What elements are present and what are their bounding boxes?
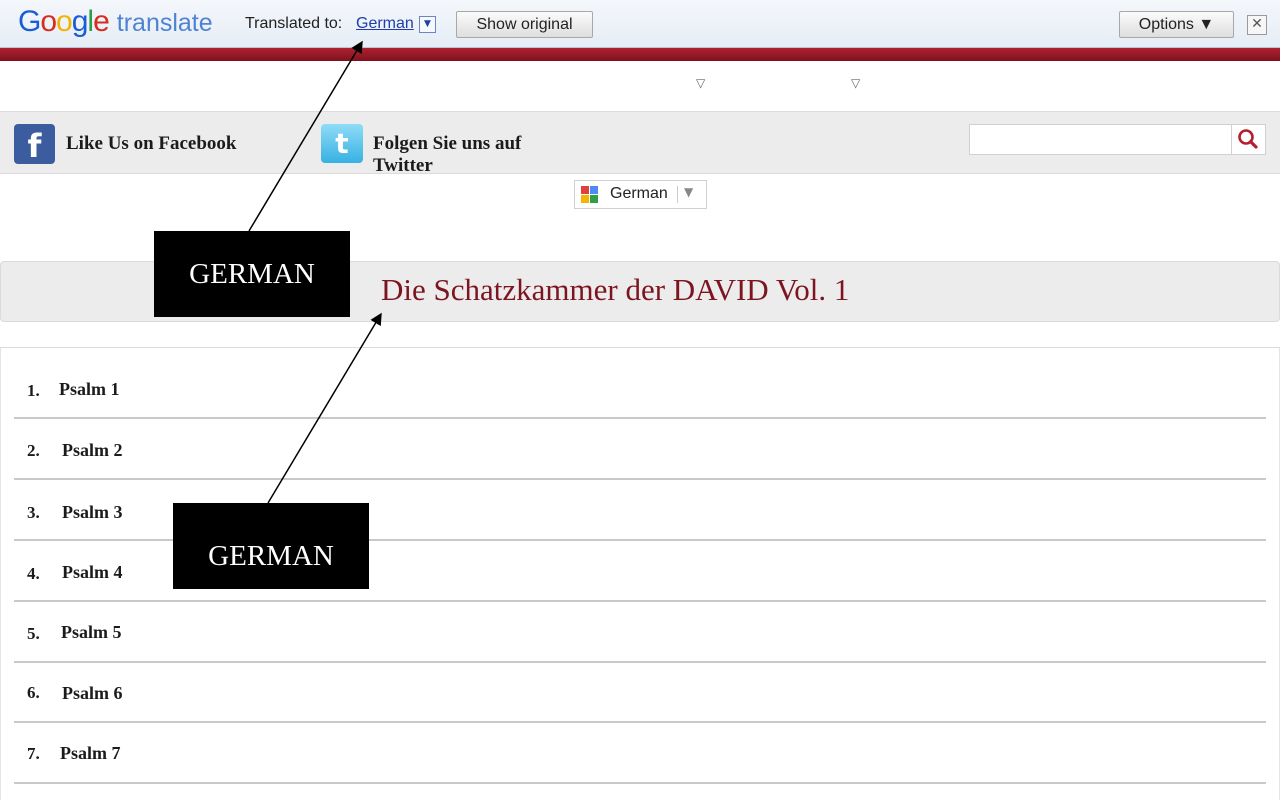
search-icon	[1238, 129, 1258, 149]
list-item-number: 5.	[27, 624, 40, 643]
list-item[interactable]: 2. Psalm 2	[14, 419, 1266, 480]
language-selector-label: German	[610, 185, 668, 202]
search-button[interactable]	[1232, 124, 1266, 155]
close-icon[interactable]: ✕	[1247, 15, 1267, 35]
list-item-number: 7.	[27, 744, 40, 763]
list-item-label: Psalm 4	[62, 562, 123, 582]
list-item-label: Psalm 1	[59, 379, 120, 399]
target-language-link[interactable]: German	[356, 15, 414, 33]
list-item-number: 6.	[27, 683, 40, 702]
twitter-link[interactable]: Folgen Sie uns auf Twitter	[373, 133, 563, 177]
list-item[interactable]: 7. Psalm 7	[14, 723, 1266, 784]
google-translate-logo: Google translate	[18, 5, 213, 38]
list-item-label: Psalm 2	[62, 440, 123, 460]
list-item-label: Psalm 5	[61, 622, 122, 642]
facebook-icon[interactable]: f	[14, 124, 55, 165]
translated-to-label: Translated to:	[245, 15, 343, 32]
list-item-number: 4.	[27, 564, 40, 583]
options-button[interactable]: Options ▼	[1119, 11, 1234, 38]
google-translate-bar: Google translate Translated to: German ▼ …	[0, 0, 1280, 48]
list-item-label: Psalm 3	[62, 502, 123, 522]
list-item-label: Psalm 7	[60, 743, 121, 763]
nav-dropdown-icon[interactable]: ▽	[851, 76, 860, 90]
annotation-label: GERMAN	[173, 503, 369, 589]
annotation-label: GERMAN	[154, 231, 350, 317]
google-translate-icon	[581, 186, 598, 203]
show-original-button[interactable]: Show original	[456, 11, 593, 38]
list-item-number: 3.	[27, 503, 40, 522]
list-item-number: 2.	[27, 441, 40, 460]
header-strip	[0, 48, 1280, 61]
language-selector[interactable]: German ▼	[574, 180, 707, 209]
language-selector-divider	[677, 186, 678, 203]
list-item[interactable]: 5. Psalm 5	[14, 602, 1266, 663]
twitter-icon[interactable]: t	[321, 124, 363, 163]
language-dropdown-icon[interactable]: ▼	[419, 16, 436, 33]
nav-dropdown-icon[interactable]: ▽	[696, 76, 705, 90]
logo-translate-text: translate	[116, 9, 213, 37]
chevron-down-icon: ▼	[684, 185, 694, 199]
search-input[interactable]	[969, 124, 1232, 155]
list-item[interactable]: 1. Psalm 1	[14, 361, 1266, 419]
list-item-label: Psalm 6	[62, 683, 123, 703]
page-title: Die Schatzkammer der DAVID Vol. 1	[381, 272, 850, 307]
list-item-number: 1.	[27, 381, 40, 400]
facebook-link[interactable]: Like Us on Facebook	[66, 133, 237, 155]
list-item[interactable]: 6. Psalm 6	[14, 663, 1266, 723]
